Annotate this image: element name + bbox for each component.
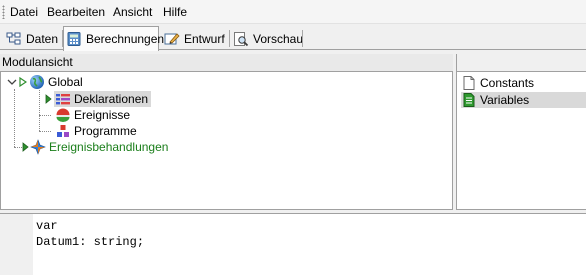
green-arrow-icon	[19, 74, 28, 90]
menu-bearbeiten[interactable]: Bearbeiten	[47, 4, 105, 20]
tree-node-programme[interactable]: Programme	[55, 123, 137, 139]
programs-icon	[55, 123, 71, 139]
tab-vorschau[interactable]: Vorschau	[231, 28, 304, 50]
tree-node-deklarationen-label: Deklarationen	[74, 92, 149, 106]
tab-daten[interactable]: Daten	[4, 28, 60, 50]
tab-entwurf-label: Entwurf	[184, 32, 225, 46]
code-line: var	[36, 219, 58, 233]
menu-hilfe[interactable]: Hilfe	[163, 4, 187, 20]
menu-grip-icon[interactable]	[2, 5, 5, 19]
tab-vorschau-label: Vorschau	[253, 32, 304, 46]
list-item-constants-label: Constants	[480, 76, 535, 90]
menu-datei[interactable]: Datei	[10, 4, 38, 20]
editor-gutter	[0, 214, 33, 275]
tree-node-deklarationen[interactable]: Deklarationen	[45, 91, 152, 107]
tab-daten-label: Daten	[26, 32, 59, 46]
tree-node-ereignisse[interactable]: Ereignisse	[55, 107, 130, 123]
tree-line	[39, 90, 40, 131]
tree-node-ereignisse-label: Ereignisse	[74, 108, 131, 122]
declarations-list-panel: Constants Variables	[456, 71, 586, 210]
globe-icon	[29, 74, 45, 90]
tab-berechnungen-label: Berechnungen	[86, 32, 165, 46]
module-tree-panel: Global Deklarationen Ereignisse Programm…	[0, 71, 453, 210]
document-icon	[461, 75, 477, 91]
data-icon	[6, 31, 22, 47]
tree-line	[14, 89, 15, 147]
events-icon	[55, 107, 71, 123]
list-item-variables[interactable]: Variables	[461, 92, 586, 108]
module-view-header: Modulansicht	[0, 54, 453, 71]
right-panel-header	[456, 54, 586, 71]
tab-entwurf[interactable]: Entwurf	[162, 28, 228, 50]
preview-magnifier-icon	[233, 31, 249, 47]
tree-line	[14, 147, 22, 148]
menu-bar: Datei Bearbeiten Ansicht Hilfe	[0, 0, 586, 24]
tab-bar: Daten Berechnungen Entwurf Vorschau	[0, 24, 586, 51]
module-view-title: Modulansicht	[2, 55, 73, 69]
event-handlers-icon	[30, 139, 46, 155]
list-item-constants[interactable]: Constants	[461, 75, 586, 91]
tab-berechnungen[interactable]: Berechnungen	[63, 26, 164, 51]
list-item-variables-label: Variables	[480, 93, 530, 107]
tree-node-ereignisbehandlungen[interactable]: Ereignisbehandlungen	[22, 139, 168, 155]
expand-toggle-icon[interactable]	[7, 74, 17, 90]
green-arrow-icon	[22, 139, 29, 155]
declarations-icon	[55, 91, 71, 107]
tree-node-deklarationen-selection: Deklarationen	[54, 91, 152, 107]
tab-separator	[229, 30, 230, 47]
tree-line	[39, 115, 51, 116]
code-editor[interactable]: var Datum1: string;	[0, 213, 586, 275]
code-line: Datum1: string;	[36, 235, 145, 249]
tab-separator	[302, 30, 303, 47]
selected-arrow-icon	[45, 91, 52, 107]
design-pencil-icon	[164, 31, 180, 47]
green-document-icon	[461, 92, 477, 108]
tree-node-global[interactable]: Global	[7, 74, 83, 90]
tree-node-global-label: Global	[48, 75, 83, 89]
tree-node-programme-label: Programme	[74, 124, 137, 138]
menu-ansicht[interactable]: Ansicht	[113, 4, 152, 20]
tree-node-ereignisbehandlungen-label: Ereignisbehandlungen	[49, 140, 169, 154]
calculator-icon	[66, 31, 82, 47]
tree-line	[39, 131, 51, 132]
